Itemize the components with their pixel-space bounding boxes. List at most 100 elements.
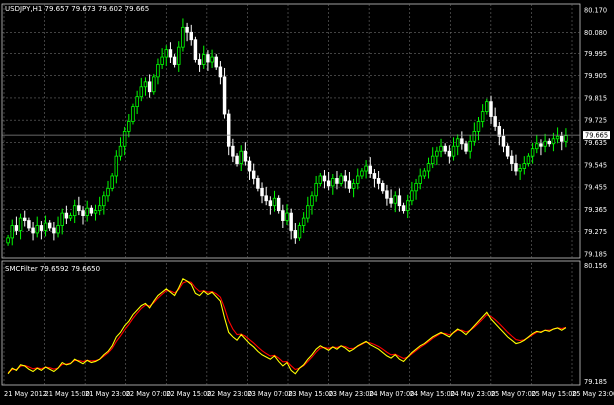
candle-bull xyxy=(426,163,431,172)
candle-bull xyxy=(530,148,535,157)
candle-bear xyxy=(560,135,564,142)
candle-bear xyxy=(268,200,273,207)
time-tick-label: 22 May 07:00 xyxy=(126,390,171,398)
candle-bull xyxy=(331,178,335,187)
candle-bear xyxy=(510,155,514,164)
time-tick-label: 25 May 15:00 xyxy=(531,390,576,398)
candle-bear xyxy=(77,205,81,212)
price-tick-label: 79.455 xyxy=(584,184,607,192)
candle-bull xyxy=(351,183,356,189)
candle-bull xyxy=(35,225,39,234)
candle-bear xyxy=(89,207,94,214)
candle-bull xyxy=(535,143,539,150)
candle-bull xyxy=(122,130,127,147)
candles xyxy=(6,18,568,246)
candle-bear xyxy=(264,195,268,202)
candle-bear xyxy=(218,66,223,78)
candle-bear xyxy=(385,190,389,199)
candle-bear xyxy=(64,212,69,219)
time-tick-label: 23 May 23:00 xyxy=(329,390,374,398)
candle-bear xyxy=(276,197,281,212)
candle-bull xyxy=(555,135,560,140)
candle-bull xyxy=(410,190,414,202)
candle-bull xyxy=(110,175,114,189)
time-tick-label: 24 May 07:00 xyxy=(369,390,414,398)
candle-bull xyxy=(106,187,110,197)
candle-bull xyxy=(160,56,164,65)
candle-bear xyxy=(256,178,260,189)
candle-bull xyxy=(272,197,277,207)
candle-bull xyxy=(480,111,485,122)
candle-bull xyxy=(518,168,522,172)
candle-bull xyxy=(476,121,481,132)
candle-bull xyxy=(143,81,148,88)
price-tick-label: 80.170 xyxy=(584,7,607,15)
price-tick-label: 79.725 xyxy=(584,117,607,125)
candle-bear xyxy=(389,197,393,204)
candle-bull xyxy=(418,175,422,184)
time-tick-label: 21 May 2012 xyxy=(4,390,47,398)
time-tick-label: 25 May 07:00 xyxy=(491,390,536,398)
candle-bull xyxy=(118,145,123,157)
candle-bull xyxy=(551,138,556,145)
candle-bear xyxy=(31,227,35,234)
time-tick-label: 21 May 15:00 xyxy=(45,390,90,398)
price-tick-label: 79.905 xyxy=(584,72,607,80)
candle-bull xyxy=(135,96,139,108)
candle-bear xyxy=(39,225,44,231)
price-tick-label: 79.275 xyxy=(584,228,607,236)
candle-bear xyxy=(47,222,52,229)
time-tick-label: 23 May 07:00 xyxy=(247,390,292,398)
candle-bear xyxy=(197,59,202,65)
candle-bear xyxy=(397,195,402,207)
candle-bull xyxy=(339,175,343,184)
candle-bear xyxy=(231,145,235,157)
candle-bear xyxy=(514,163,518,172)
candle-bull xyxy=(310,195,314,207)
candle-bull xyxy=(131,106,135,122)
time-tick-label: 23 May 15:00 xyxy=(288,390,333,398)
candle-bull xyxy=(18,217,23,231)
candle-bear xyxy=(251,170,256,179)
candle-bull xyxy=(393,195,397,204)
candle-bull xyxy=(60,212,64,226)
candle-bear xyxy=(206,54,210,63)
candle-bear xyxy=(372,173,377,179)
candle-bull xyxy=(364,165,368,172)
candle-bear xyxy=(214,56,218,68)
candle-bear xyxy=(493,116,497,127)
candle-bull xyxy=(202,54,206,65)
candle-bear xyxy=(539,143,543,147)
price-tick-label: 79.185 xyxy=(584,251,607,259)
candle-bull xyxy=(543,140,547,147)
candle-bear xyxy=(247,160,252,172)
chart-svg[interactable]: 80.170 80.080 79.995 79.905 79.815 79.725 79.6… xyxy=(0,0,614,405)
price-tick-label: 79.815 xyxy=(584,94,607,102)
candle-bull xyxy=(455,138,460,147)
candle-bull xyxy=(301,217,306,226)
candle-bull xyxy=(10,225,14,239)
smc-filter-red-line xyxy=(7,280,567,374)
candle-bull xyxy=(43,222,48,231)
candle-bull xyxy=(152,76,156,93)
candle-bear xyxy=(226,113,231,147)
price-tick-label: 79.365 xyxy=(584,206,607,214)
candle-bull xyxy=(522,163,527,169)
candle-bull xyxy=(6,237,10,244)
candle-bull xyxy=(139,86,144,98)
time-axis: 21 May 201221 May 15:0021 May 23:0022 Ma… xyxy=(4,390,614,398)
candle-bull xyxy=(306,205,310,219)
candle-bull xyxy=(318,175,323,184)
smc-filter-yellow-line xyxy=(7,278,567,375)
candle-bear xyxy=(27,220,31,229)
candle-bull xyxy=(177,46,181,65)
candle-bull xyxy=(314,183,318,197)
time-tick-label: 21 May 23:00 xyxy=(85,390,130,398)
candle-bull xyxy=(114,155,119,177)
price-tick-label: 79.635 xyxy=(584,139,607,147)
candle-bull xyxy=(485,101,489,112)
candle-bear xyxy=(289,212,293,231)
candle-bull xyxy=(405,200,410,212)
time-tick-label: 22 May 15:00 xyxy=(166,390,211,398)
candle-bull xyxy=(360,170,364,177)
